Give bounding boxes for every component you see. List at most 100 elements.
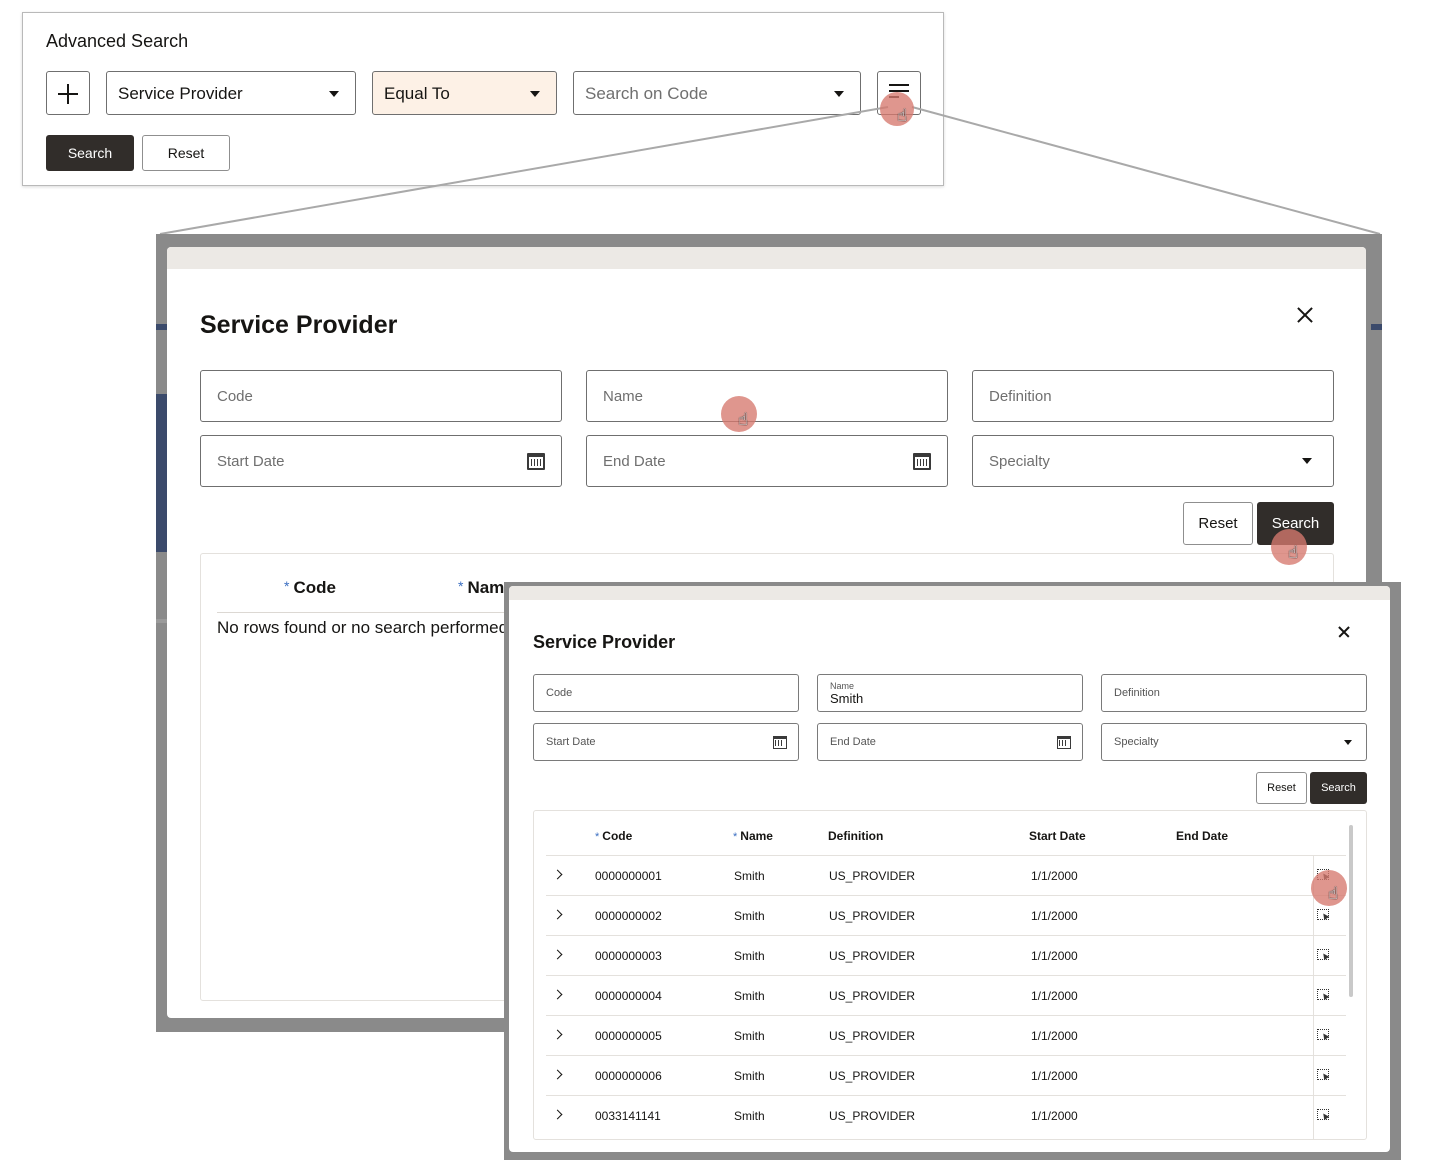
reset-button[interactable]: Reset	[1256, 772, 1307, 804]
select-row-icon[interactable]	[1317, 989, 1329, 1000]
dialog-title: Service Provider	[200, 311, 398, 339]
table-row[interactable]: 0000000002 Smith US_PROVIDER 1/1/2000	[546, 895, 1346, 935]
name-field-label: Name	[830, 681, 855, 691]
chevron-right-icon[interactable]	[552, 869, 563, 880]
cell-start-date: 1/1/2000	[1031, 869, 1078, 883]
chevron-right-icon[interactable]	[552, 909, 563, 920]
operator-select[interactable]: Equal To	[372, 71, 557, 115]
service-provider-dialog-front: Service Provider Code Name Smith Definit…	[509, 586, 1390, 1152]
code-field[interactable]: Code	[200, 370, 562, 422]
chevron-down-icon	[329, 91, 339, 97]
calendar-icon[interactable]	[1057, 736, 1071, 749]
name-field[interactable]: Name	[586, 370, 948, 422]
table-row[interactable]: 0000000006 Smith US_PROVIDER 1/1/2000	[546, 1055, 1346, 1095]
hand-cursor-icon: ☝	[1271, 529, 1307, 565]
reset-button[interactable]: Reset	[1183, 502, 1253, 545]
field-select-value: Service Provider	[118, 84, 243, 103]
cell-code: 0033141141	[595, 1109, 661, 1123]
column-header-code[interactable]: * Code	[595, 829, 632, 843]
definition-field[interactable]: Definition	[1101, 674, 1367, 712]
cell-definition: US_PROVIDER	[829, 869, 916, 883]
close-icon[interactable]	[1336, 624, 1352, 640]
start-date-label: Start Date	[217, 453, 285, 470]
cell-name: Smith	[734, 949, 765, 963]
end-date-field[interactable]: End Date	[586, 435, 948, 487]
start-date-label: Start Date	[546, 736, 596, 748]
chevron-right-icon[interactable]	[552, 1029, 563, 1040]
chevron-down-icon	[530, 91, 540, 97]
end-date-label: End Date	[603, 453, 666, 470]
close-icon[interactable]	[1293, 303, 1317, 327]
calendar-icon[interactable]	[913, 453, 931, 470]
cell-name: Smith	[734, 909, 765, 923]
cell-start-date: 1/1/2000	[1031, 1069, 1078, 1083]
cell-name: Smith	[734, 989, 765, 1003]
calendar-icon[interactable]	[527, 453, 545, 470]
dialog-title: Service Provider	[533, 632, 676, 652]
results-table: * Code * Name Definition Start Date End Da…	[533, 810, 1367, 1140]
cell-start-date: 1/1/2000	[1031, 989, 1078, 1003]
definition-field[interactable]: Definition	[972, 370, 1334, 422]
cell-definition: US_PROVIDER	[829, 1109, 916, 1123]
reset-button[interactable]: Reset	[142, 135, 230, 171]
hand-cursor-icon: ☝	[721, 396, 757, 432]
cell-code: 0000000004	[595, 989, 662, 1003]
cell-definition: US_PROVIDER	[829, 909, 916, 923]
select-row-icon[interactable]	[1317, 1069, 1329, 1080]
cell-start-date: 1/1/2000	[1031, 949, 1078, 963]
chevron-right-icon[interactable]	[552, 1069, 563, 1080]
cell-definition: US_PROVIDER	[829, 1069, 916, 1083]
select-row-icon[interactable]	[1317, 949, 1329, 960]
select-row-icon[interactable]	[1317, 1029, 1329, 1040]
search-button[interactable]: Search	[1310, 772, 1367, 804]
specialty-select[interactable]: Specialty	[1101, 723, 1367, 761]
chevron-right-icon[interactable]	[552, 949, 563, 960]
table-row[interactable]: 0000000001 Smith US_PROVIDER 1/1/2000	[546, 855, 1346, 895]
cell-start-date: 1/1/2000	[1031, 1109, 1078, 1123]
cell-code: 0000000006	[595, 1069, 662, 1083]
column-header-end-date[interactable]: End Date	[1176, 829, 1228, 843]
calendar-icon[interactable]	[773, 736, 787, 749]
table-scrollbar[interactable]	[1349, 825, 1353, 997]
specialty-select[interactable]: Specialty	[972, 435, 1334, 487]
definition-field-label: Definition	[1114, 687, 1160, 699]
cell-code: 0000000002	[595, 909, 662, 923]
search-button[interactable]: Search	[46, 135, 134, 171]
select-row-icon[interactable]	[1317, 909, 1329, 920]
hand-cursor-icon: ☝	[1311, 870, 1347, 906]
dialog-header-texture	[509, 586, 1390, 600]
code-field[interactable]: Code	[533, 674, 799, 712]
column-header-start-date[interactable]: Start Date	[1029, 829, 1086, 843]
field-select[interactable]: Service Provider	[106, 71, 356, 115]
end-date-label: End Date	[830, 736, 876, 748]
cell-name: Smith	[734, 1109, 765, 1123]
column-header-name[interactable]: * Name	[733, 829, 773, 843]
cell-definition: US_PROVIDER	[829, 989, 916, 1003]
table-row[interactable]: 0033141141 Smith US_PROVIDER 1/1/2000	[546, 1095, 1346, 1135]
select-row-icon[interactable]	[1317, 1109, 1329, 1120]
column-header-definition[interactable]: Definition	[828, 829, 883, 843]
specialty-label: Specialty	[989, 453, 1050, 470]
chevron-down-icon	[834, 91, 844, 97]
chevron-right-icon[interactable]	[552, 989, 563, 1000]
start-date-field[interactable]: Start Date	[200, 435, 562, 487]
chevron-down-icon	[1302, 458, 1312, 464]
search-value-select[interactable]: Search on Code	[573, 71, 861, 115]
cell-definition: US_PROVIDER	[829, 949, 916, 963]
chevron-right-icon[interactable]	[552, 1109, 563, 1120]
name-field[interactable]: Name Smith	[817, 674, 1083, 712]
dialog-header-texture	[167, 247, 1366, 269]
definition-field-label: Definition	[989, 388, 1052, 405]
add-criteria-button[interactable]	[46, 71, 90, 115]
cell-name: Smith	[734, 1069, 765, 1083]
name-field-value: Smith	[830, 691, 864, 706]
name-field-label: Name	[603, 388, 644, 405]
table-row[interactable]: 0000000005 Smith US_PROVIDER 1/1/2000	[546, 1015, 1346, 1055]
table-row[interactable]: 0000000003 Smith US_PROVIDER 1/1/2000	[546, 935, 1346, 975]
table-row[interactable]: 0000000004 Smith US_PROVIDER 1/1/2000	[546, 975, 1346, 1015]
column-header-code[interactable]: * Code	[284, 578, 336, 598]
end-date-field[interactable]: End Date	[817, 723, 1083, 761]
cell-definition: US_PROVIDER	[829, 1029, 916, 1043]
column-header-name[interactable]: * Nam	[458, 578, 504, 598]
start-date-field[interactable]: Start Date	[533, 723, 799, 761]
